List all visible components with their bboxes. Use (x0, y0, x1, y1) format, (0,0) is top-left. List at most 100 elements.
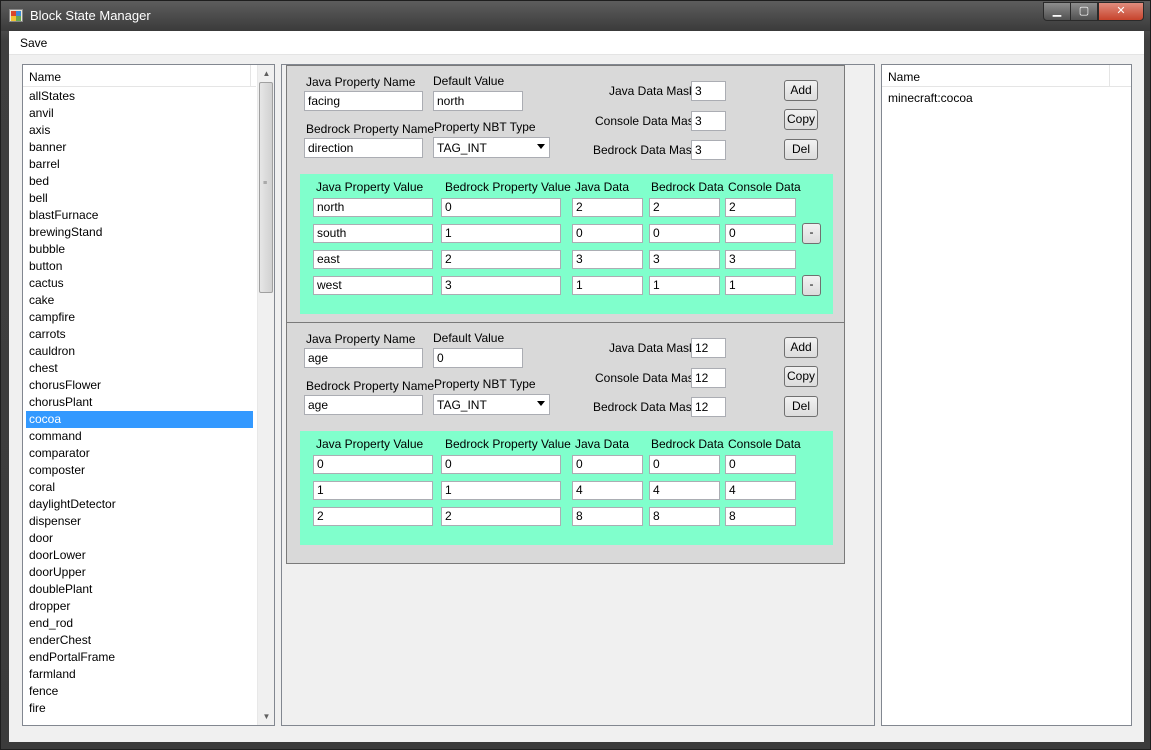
block-list-item[interactable]: enderChest (26, 632, 253, 649)
block-list-item[interactable]: daylightDetector (26, 496, 253, 513)
mapping-list-header[interactable]: Name (882, 65, 1131, 87)
block-list-item[interactable]: comparator (26, 445, 253, 462)
console-data-field[interactable]: 2 (725, 198, 796, 217)
java-data-mask-field[interactable]: 3 (691, 81, 726, 101)
delete-button[interactable]: Del (784, 139, 818, 160)
block-list-item[interactable]: brewingStand (26, 224, 253, 241)
java-value-field[interactable]: 2 (313, 507, 433, 526)
block-list-item[interactable]: cocoa (26, 411, 253, 428)
bedrock-value-field[interactable]: 3 (441, 276, 561, 295)
scroll-down-arrow-icon[interactable]: ▼ (258, 708, 275, 725)
java-data-field[interactable]: 1 (572, 276, 643, 295)
mapping-list-item[interactable]: minecraft:cocoa (885, 90, 973, 107)
block-list-item[interactable]: allStates (26, 88, 253, 105)
block-list-item[interactable]: fire (26, 700, 253, 717)
java-value-field[interactable]: north (313, 198, 433, 217)
add-button[interactable]: Add (784, 80, 818, 101)
block-list-item[interactable]: doorLower (26, 547, 253, 564)
block-list-item[interactable]: bell (26, 190, 253, 207)
block-list-scrollbar[interactable]: ▲ ≡ ▼ (257, 65, 274, 725)
block-list-item[interactable]: anvil (26, 105, 253, 122)
block-list-item[interactable]: end_rod (26, 615, 253, 632)
copy-button[interactable]: Copy (784, 366, 818, 387)
block-list-item[interactable]: dropper (26, 598, 253, 615)
default-value-field[interactable]: 0 (433, 348, 523, 368)
console-data-mask-field[interactable]: 3 (691, 111, 726, 131)
console-data-field[interactable]: 0 (725, 455, 796, 474)
block-list-item[interactable]: button (26, 258, 253, 275)
title-bar[interactable]: Block State Manager ▁ ▢ ✕ (1, 1, 1150, 31)
java-value-field[interactable]: 1 (313, 481, 433, 500)
block-list-item[interactable]: fence (26, 683, 253, 700)
bedrock-value-field[interactable]: 0 (441, 455, 561, 474)
scroll-up-arrow-icon[interactable]: ▲ (258, 65, 275, 82)
bedrock-data-field[interactable]: 0 (649, 455, 720, 474)
block-list[interactable]: Name allStates anvil axis banner barrel bed be… (22, 64, 275, 726)
block-list-item[interactable]: axis (26, 122, 253, 139)
console-data-field[interactable]: 8 (725, 507, 796, 526)
console-data-field[interactable]: 3 (725, 250, 796, 269)
block-list-item[interactable]: banner (26, 139, 253, 156)
block-list-item[interactable]: blastFurnace (26, 207, 253, 224)
block-list-header[interactable]: Name (23, 65, 256, 87)
mapping-list[interactable]: Name minecraft:cocoa (881, 64, 1132, 726)
block-list-item[interactable]: cactus (26, 275, 253, 292)
java-data-field[interactable]: 4 (572, 481, 643, 500)
maximize-button[interactable]: ▢ (1070, 2, 1098, 21)
delete-button[interactable]: Del (784, 396, 818, 417)
block-list-item[interactable]: endPortalFrame (26, 649, 253, 666)
java-data-field[interactable]: 0 (572, 455, 643, 474)
bedrock-value-field[interactable]: 1 (441, 481, 561, 500)
bedrock-data-mask-field[interactable]: 12 (691, 397, 726, 417)
add-button[interactable]: Add (784, 337, 818, 358)
block-list-item[interactable]: doublePlant (26, 581, 253, 598)
block-list-item[interactable]: door (26, 530, 253, 547)
remove-row-button[interactable]: - (802, 223, 821, 244)
console-data-field[interactable]: 0 (725, 224, 796, 243)
block-list-item[interactable]: carrots (26, 326, 253, 343)
close-button[interactable]: ✕ (1098, 2, 1144, 21)
block-list-item[interactable]: dispenser (26, 513, 253, 530)
nbt-type-select[interactable]: TAG_INT (433, 137, 550, 158)
java-property-name-field[interactable]: facing (304, 91, 423, 111)
minimize-button[interactable]: ▁ (1043, 2, 1071, 21)
block-list-item[interactable]: composter (26, 462, 253, 479)
java-value-field[interactable]: west (313, 276, 433, 295)
java-value-field[interactable]: east (313, 250, 433, 269)
menu-item-save[interactable]: Save (16, 35, 51, 51)
block-list-item[interactable]: chorusFlower (26, 377, 253, 394)
copy-button[interactable]: Copy (784, 109, 818, 130)
bedrock-data-field[interactable]: 3 (649, 250, 720, 269)
scroll-thumb[interactable]: ≡ (259, 82, 273, 293)
bedrock-value-field[interactable]: 2 (441, 250, 561, 269)
block-list-item[interactable]: coral (26, 479, 253, 496)
block-list-item[interactable]: chest (26, 360, 253, 377)
java-data-field[interactable]: 3 (572, 250, 643, 269)
default-value-field[interactable]: north (433, 91, 523, 111)
bedrock-value-field[interactable]: 0 (441, 198, 561, 217)
console-data-field[interactable]: 4 (725, 481, 796, 500)
bedrock-data-field[interactable]: 1 (649, 276, 720, 295)
block-list-item[interactable]: bubble (26, 241, 253, 258)
bedrock-data-field[interactable]: 8 (649, 507, 720, 526)
bedrock-value-field[interactable]: 2 (441, 507, 561, 526)
bedrock-property-name-field[interactable]: direction (304, 138, 423, 158)
block-list-item[interactable]: bed (26, 173, 253, 190)
java-data-field[interactable]: 0 (572, 224, 643, 243)
console-data-mask-field[interactable]: 12 (691, 368, 726, 388)
remove-row-button[interactable]: - (802, 275, 821, 296)
bedrock-value-field[interactable]: 1 (441, 224, 561, 243)
block-list-item[interactable]: command (26, 428, 253, 445)
java-property-name-field[interactable]: age (304, 348, 423, 368)
block-list-item[interactable]: cake (26, 292, 253, 309)
bedrock-data-mask-field[interactable]: 3 (691, 140, 726, 160)
nbt-type-select[interactable]: TAG_INT (433, 394, 550, 415)
console-data-field[interactable]: 1 (725, 276, 796, 295)
bedrock-property-name-field[interactable]: age (304, 395, 423, 415)
java-value-field[interactable]: 0 (313, 455, 433, 474)
bedrock-data-field[interactable]: 2 (649, 198, 720, 217)
block-list-item[interactable]: chorusPlant (26, 394, 253, 411)
block-list-item[interactable]: barrel (26, 156, 253, 173)
block-list-item[interactable]: cauldron (26, 343, 253, 360)
java-data-mask-field[interactable]: 12 (691, 338, 726, 358)
